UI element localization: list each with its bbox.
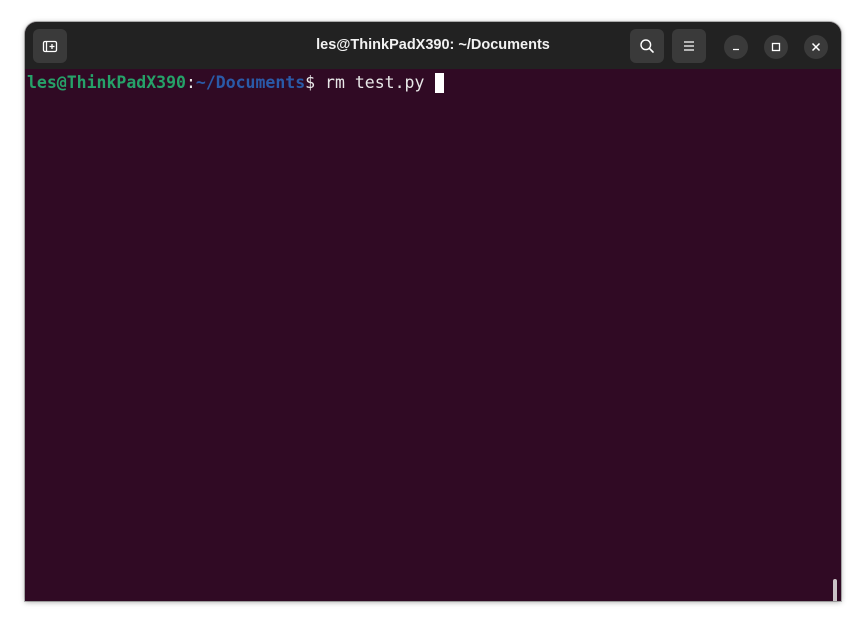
maximize-icon xyxy=(771,42,781,52)
new-tab-icon xyxy=(42,40,58,53)
close-icon xyxy=(811,42,821,52)
terminal-window: les@ThinkPadX390: ~/Documents les@ThinkP… xyxy=(25,22,841,601)
window-title: les@ThinkPadX390: ~/Documents xyxy=(316,37,550,53)
terminal-area[interactable]: les@ThinkPadX390:~/Documents$ rm test.py xyxy=(25,69,841,601)
minimize-icon xyxy=(733,48,739,51)
prompt-user: les@ThinkPadX390 xyxy=(27,73,186,92)
text-cursor xyxy=(435,73,445,93)
new-tab-button[interactable] xyxy=(33,29,67,63)
close-button[interactable] xyxy=(804,35,828,59)
maximize-button[interactable] xyxy=(764,35,788,59)
title-bar[interactable]: les@ThinkPadX390: ~/Documents xyxy=(25,22,841,69)
menu-button[interactable] xyxy=(672,29,706,63)
prompt-colon: : xyxy=(185,73,196,92)
minimize-button[interactable] xyxy=(724,35,748,59)
search-icon xyxy=(640,39,654,53)
scrollbar[interactable] xyxy=(833,579,837,601)
hamburger-menu-icon xyxy=(684,41,694,51)
search-button[interactable] xyxy=(630,29,664,63)
prompt-path: ~/Documents xyxy=(195,73,306,92)
command-line: les@ThinkPadX390:~/Documents$ rm test.py xyxy=(27,73,445,93)
command-text: rm test.py xyxy=(315,73,435,92)
prompt-symbol: $ xyxy=(305,73,316,92)
